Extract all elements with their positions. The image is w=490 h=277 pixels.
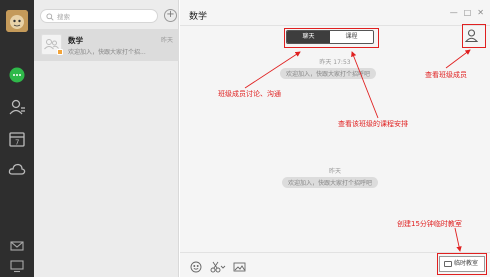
annotation-members-box	[462, 24, 486, 48]
scissors-icon[interactable]	[210, 258, 226, 273]
search-placeholder: 搜索	[57, 13, 70, 21]
annotation-classroom-box	[437, 253, 487, 275]
list-item[interactable]: 数学 昨天 欢迎加入，快跟大家打个招...	[34, 29, 179, 61]
conversation-list: 搜索 + 数学 昨天 欢迎加入，快跟大家打个招...	[34, 0, 179, 277]
plus-icon: +	[166, 9, 175, 20]
device-icon[interactable]	[10, 258, 24, 273]
annotation-chat-text: 班级成员讨论、沟通	[218, 90, 281, 98]
chat-bubble-icon[interactable]	[8, 66, 26, 84]
maximize-icon[interactable]: □	[464, 8, 472, 18]
cloud-icon[interactable]	[8, 160, 26, 178]
page-title: 数学	[189, 12, 208, 22]
system-message: 欢迎加入，快跟大家打个招呼吧	[280, 68, 377, 79]
message-timestamp-2: 昨天	[328, 168, 341, 175]
conversation-name: 数学	[68, 36, 83, 45]
emoji-icon[interactable]	[190, 258, 202, 273]
annotation-members-text: 查看班级成员	[425, 71, 467, 79]
search-input[interactable]: 搜索	[40, 9, 158, 23]
app-window: 7 搜索 + 数学 昨天 欢迎加入，快跟大家打个招... 数学 — □ ✕ 聊天…	[0, 0, 490, 277]
window-controls: — □ ✕	[450, 8, 484, 18]
annotation-course-text: 查看该班级的课程安排	[338, 120, 408, 128]
class-badge-icon	[57, 49, 63, 55]
image-icon[interactable]	[233, 258, 246, 272]
svg-text:7: 7	[15, 139, 19, 147]
contacts-icon[interactable]	[8, 98, 26, 116]
conversation-time: 昨天	[160, 37, 173, 44]
close-icon[interactable]: ✕	[477, 8, 484, 18]
minimize-icon[interactable]: —	[450, 8, 458, 18]
system-message-2: 欢迎加入，快跟大家打个招呼吧	[282, 177, 379, 188]
conversation-preview: 欢迎加入，快跟大家打个招...	[68, 49, 146, 56]
annotation-tabs-box	[284, 28, 379, 48]
header-divider	[180, 25, 490, 26]
search-icon	[46, 13, 54, 21]
calendar-icon[interactable]: 7	[8, 130, 26, 148]
annotation-classroom-text: 创建15分钟临时教室	[397, 220, 462, 228]
message-timestamp: 昨天 17:53	[319, 59, 351, 66]
add-button[interactable]: +	[164, 9, 177, 22]
user-avatar[interactable]	[6, 10, 28, 32]
left-rail: 7	[0, 0, 34, 277]
mail-icon[interactable]	[10, 238, 24, 252]
